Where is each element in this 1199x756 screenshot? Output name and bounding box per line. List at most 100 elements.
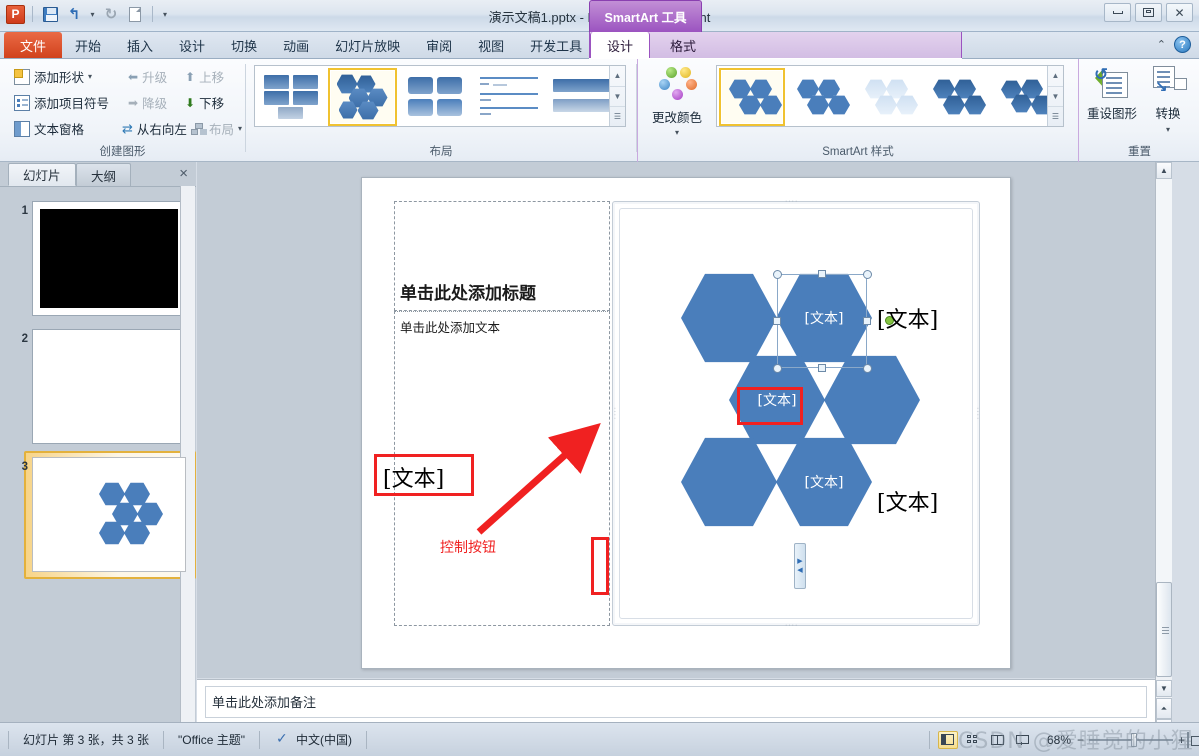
reset-graphic-button[interactable]: ↺ 重设图形 (1084, 64, 1140, 136)
zoom-in-button[interactable]: + (1178, 733, 1185, 747)
tab-home[interactable]: 开始 (62, 32, 114, 58)
scroll-up-button[interactable]: ▲ (1156, 162, 1172, 179)
tab-outline[interactable]: 大纲 (76, 163, 132, 186)
style-thumb-white-outline[interactable] (787, 68, 853, 126)
move-up-icon: ⬆ (185, 69, 196, 84)
zoom-slider-knob[interactable] (1131, 732, 1137, 747)
title-placeholder[interactable]: 单击此处添加标题 (394, 201, 610, 311)
style-thumb-moderate-effect[interactable] (923, 68, 989, 126)
smartart-handle-bottom[interactable]: ···· (785, 622, 798, 629)
change-colors-dropdown-icon[interactable]: ▾ (675, 128, 679, 137)
text-pane-control-button[interactable]: ▶ ◀ (794, 543, 806, 589)
restore-button[interactable] (1135, 3, 1162, 22)
status-language[interactable]: 中文(中国) (260, 730, 366, 748)
view-normal[interactable] (937, 730, 958, 749)
handle-bottom-right[interactable] (863, 364, 872, 373)
handle-bottom-center[interactable] (818, 364, 826, 372)
outside-label-top-right[interactable]: [文本] (877, 302, 938, 334)
layout-thumb-hexagon[interactable] (328, 68, 397, 126)
add-shape-button[interactable]: 添加形状 ▾ (14, 67, 92, 86)
main-vertical-scrollbar[interactable]: ▲ ▼ ⏶ ⏷ (1155, 162, 1172, 740)
tab-review[interactable]: 审阅 (413, 32, 465, 58)
hex-bottom-middle-label: [文本] (804, 475, 844, 491)
style-gallery-scroll[interactable]: ▲ ▼ ☰ (1047, 66, 1063, 126)
close-panel-icon[interactable]: × (179, 165, 188, 182)
right-to-left-icon: ⇄ (122, 120, 133, 136)
layout-scroll-up-button[interactable]: ▲ (610, 66, 625, 86)
tab-smartart-design[interactable]: 设计 (590, 32, 651, 59)
handle-top-center[interactable] (818, 270, 826, 278)
layout-dropdown-icon[interactable]: ▾ (238, 124, 242, 133)
close-button[interactable]: ✕ (1166, 3, 1193, 22)
ribbon-group-layouts: ▲ ▼ ☰ 布局 (246, 59, 636, 162)
tab-transitions[interactable]: 切换 (218, 32, 270, 58)
handle-mid-right[interactable] (863, 317, 871, 325)
group-label-layouts: 布局 (429, 146, 453, 158)
scroll-thumb[interactable] (1156, 582, 1172, 677)
smartart-handle-top[interactable]: ···· (785, 198, 798, 205)
right-to-left-button[interactable]: ⇄ 从右向左 (122, 119, 187, 138)
add-shape-dropdown-icon[interactable]: ▾ (88, 72, 92, 81)
layout-gallery-scroll[interactable]: ▲ ▼ ☰ (609, 66, 625, 126)
contextual-tab-zone: 设计 格式 (589, 32, 962, 59)
smartart-style-gallery[interactable]: ▲ ▼ ☰ (716, 65, 1064, 127)
scroll-down-button[interactable]: ▼ (1156, 680, 1172, 697)
smartart-handle-right[interactable]: ···· (974, 407, 981, 420)
style-more-button[interactable]: ☰ (1048, 106, 1063, 126)
layout-thumb-lines[interactable] (474, 68, 543, 126)
layout-more-button[interactable]: ☰ (610, 106, 625, 126)
promote-button[interactable]: ⬅ 升级 (128, 67, 167, 86)
layout-button[interactable]: 布局 ▾ (191, 119, 242, 138)
layout-thumb-bars[interactable] (547, 68, 616, 126)
change-colors-button[interactable]: 更改颜色 ▾ (646, 65, 708, 149)
tab-slideshow[interactable]: 幻灯片放映 (322, 32, 413, 58)
text-pane-button[interactable]: 文本窗格 (14, 119, 84, 138)
tab-view[interactable]: 视图 (465, 32, 517, 58)
handle-mid-left[interactable] (773, 317, 781, 325)
zoom-slider[interactable]: − + (1077, 732, 1185, 748)
style-scroll-up-button[interactable]: ▲ (1048, 66, 1063, 86)
fit-to-window-button[interactable] (1185, 731, 1199, 748)
layout-gallery[interactable]: ▲ ▼ ☰ (254, 65, 626, 127)
status-zoom-level[interactable]: 68% (1041, 733, 1077, 747)
tab-design[interactable]: 设计 (166, 32, 218, 58)
slides-panel-scrollbar[interactable] (180, 186, 195, 722)
style-scroll-down-button[interactable]: ▼ (1048, 86, 1063, 106)
handle-top-left[interactable] (773, 270, 782, 279)
view-reading[interactable] (988, 731, 1008, 749)
move-down-button[interactable]: ⬇ 下移 (185, 93, 224, 112)
tab-insert[interactable]: 插入 (114, 32, 166, 58)
smartart-handle-left[interactable]: ···· (611, 407, 618, 420)
move-up-button[interactable]: ⬆ 上移 (185, 67, 224, 86)
status-theme[interactable]: "Office 主题" (164, 731, 259, 748)
slides-list[interactable]: 1 2 3 (0, 186, 196, 722)
tab-animations[interactable]: 动画 (270, 32, 322, 58)
layout-thumb-rounded[interactable] (401, 68, 470, 126)
slide-canvas[interactable]: 单击此处添加标题 单击此处添加文本 ···· ···· ···· ···· [文… (361, 177, 1011, 669)
zoom-out-button[interactable]: − (1077, 733, 1084, 747)
convert-dropdown-icon[interactable]: ▾ (1166, 125, 1170, 134)
tab-developer[interactable]: 开发工具 (517, 32, 595, 58)
layout-thumb-blocks[interactable] (257, 68, 326, 126)
handle-bottom-left[interactable] (773, 364, 782, 373)
layout-scroll-down-button[interactable]: ▼ (610, 86, 625, 106)
notes-field[interactable]: 单击此处添加备注 (205, 686, 1147, 718)
tab-slides[interactable]: 幻灯片 (8, 163, 76, 186)
outside-label-bottom-right[interactable]: [文本] (877, 485, 938, 517)
previous-slide-button[interactable]: ⏶ (1156, 698, 1172, 719)
style-thumb-subtle-effect[interactable] (855, 68, 921, 126)
help-icon[interactable]: ? (1174, 36, 1191, 53)
demote-button[interactable]: ➡ 降级 (128, 93, 167, 112)
add-bullet-button[interactable]: 添加项目符号 (14, 93, 109, 112)
highlight-box-outside-label (374, 454, 474, 496)
collapse-ribbon-icon[interactable]: ⌃ (1157, 38, 1166, 51)
view-slide-show[interactable] (1013, 731, 1033, 749)
convert-button[interactable]: ↘ 转换 ▾ (1140, 64, 1196, 136)
style-thumb-simple-fill[interactable] (719, 68, 785, 126)
handle-top-right[interactable] (863, 270, 872, 279)
view-slide-sorter[interactable] (963, 731, 983, 749)
tab-file[interactable]: 文件 (4, 32, 63, 58)
tab-smartart-format[interactable]: 格式 (654, 32, 712, 59)
minimize-button[interactable] (1104, 3, 1131, 22)
notes-pane[interactable]: 单击此处添加备注 (197, 679, 1155, 722)
